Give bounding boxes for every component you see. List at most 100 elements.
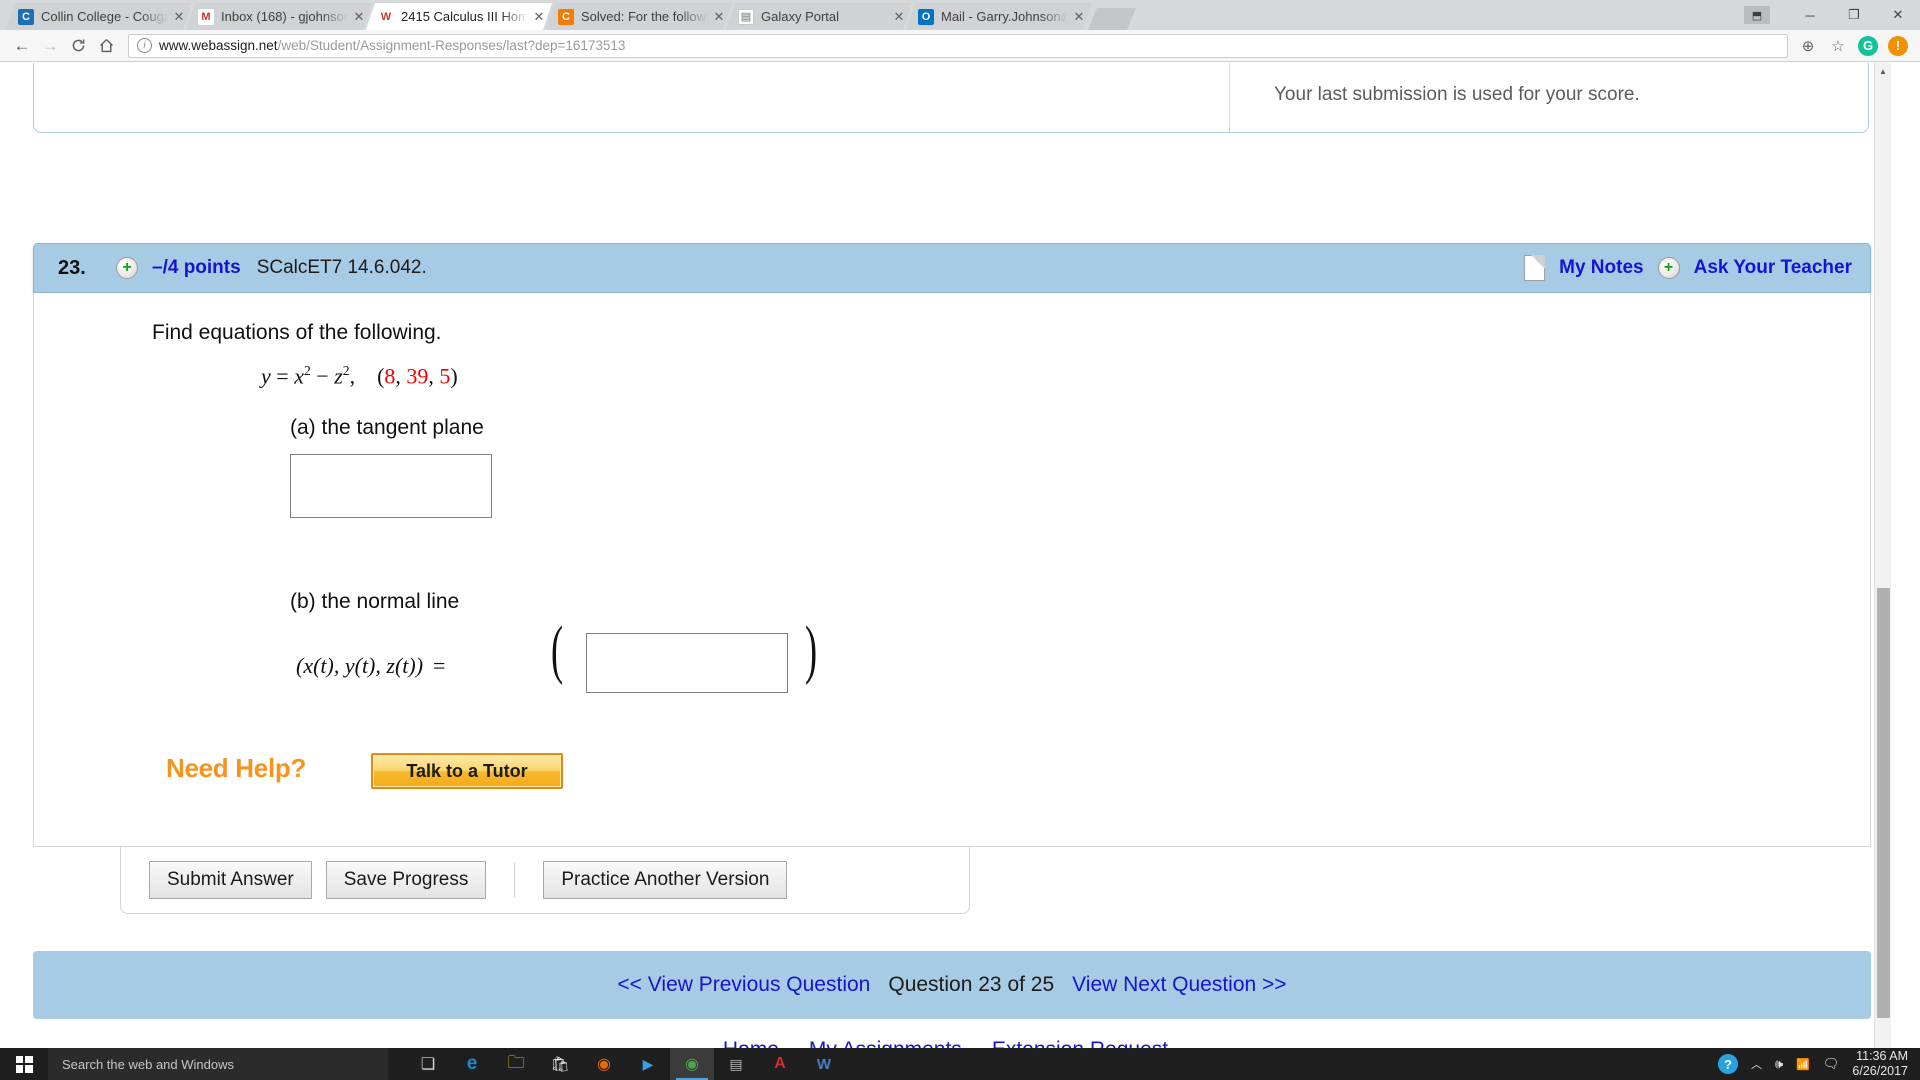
question-action-tray: Submit Answer Save Progress Practice Ano… — [120, 847, 970, 914]
talk-to-a-tutor-button[interactable]: Talk to a Tutor — [371, 753, 563, 789]
footer-link-home[interactable]: Home — [723, 1038, 779, 1048]
point-separator-2: , — [428, 363, 440, 389]
browser-tab-0[interactable]: C Collin College - CougarW ✕ — [6, 3, 192, 30]
footer-link-extension-request[interactable]: Extension Request — [992, 1038, 1168, 1048]
view-previous-question-link[interactable]: << View Previous Question — [617, 973, 870, 997]
back-icon[interactable]: ← — [8, 33, 36, 59]
reload-glyph — [72, 39, 84, 52]
browser-tab-5[interactable]: O Mail - Garry.Johnson@ut ✕ — [906, 3, 1092, 30]
chrome-icon[interactable]: ◉ — [670, 1048, 714, 1080]
point-separator-1: , — [395, 363, 407, 389]
clock-date: 6/26/2017 — [1852, 1064, 1908, 1078]
edge-icon[interactable]: e — [450, 1048, 494, 1080]
zoom-icon[interactable]: ⊕ — [1794, 33, 1822, 59]
part-a-answer-input[interactable] — [290, 454, 492, 518]
tab-favicon-galaxy-portal: ▤ — [738, 9, 754, 25]
point-y-value: 39 — [406, 363, 429, 389]
previous-question-panel-tail: Your last submission is used for your sc… — [33, 63, 1869, 133]
grammarly-extension-icon[interactable]: G — [1858, 35, 1878, 56]
adobe-reader-icon[interactable]: A — [758, 1048, 802, 1080]
taskbar-app-icons: ❏ e 🗀 🛍 ◉ ▶ ◉ ▤ A W — [406, 1048, 846, 1080]
file-explorer-icon[interactable]: 🗀 — [494, 1048, 538, 1080]
movies-tv-icon[interactable]: ▶ — [626, 1048, 670, 1080]
question-source-id: SCalcET7 14.6.042. — [256, 257, 427, 278]
equation-minus: − — [316, 363, 329, 389]
save-progress-button[interactable]: Save Progress — [325, 861, 487, 899]
site-info-icon[interactable]: i — [137, 38, 152, 53]
tab-title-2: 2415 Calculus III Homew — [401, 9, 528, 24]
toolbar-right-icons: ⊕ ☆ G ! — [1794, 33, 1912, 59]
page-scrollbar[interactable]: ▲ — [1874, 63, 1891, 1048]
ask-your-teacher-link[interactable]: Ask Your Teacher — [1694, 257, 1852, 279]
question-equation: y = x2 − z2, (8, 39, 5) — [261, 363, 458, 389]
panel-divider — [1229, 63, 1230, 132]
tab-title-3: Solved: For the following — [581, 9, 708, 24]
tab-favicon-collin-college: C — [18, 9, 34, 25]
forward-icon[interactable]: → — [36, 33, 64, 59]
tab-close-icon-1[interactable]: ✕ — [352, 9, 366, 25]
notes-page-icon[interactable] — [1524, 255, 1546, 281]
clock-time: 11:36 AM — [1856, 1049, 1908, 1064]
firefox-icon[interactable]: ◉ — [582, 1048, 626, 1080]
scroll-up-arrow-icon[interactable]: ▲ — [1875, 63, 1891, 80]
taskbar-search-input[interactable]: Search the web and Windows — [48, 1048, 388, 1080]
word-icon[interactable]: W — [802, 1048, 846, 1080]
question-counter: Question 23 of 25 — [888, 973, 1055, 996]
part-b-equals: = — [433, 653, 446, 678]
view-next-question-link[interactable]: View Next Question >> — [1072, 973, 1286, 997]
tab-close-icon-4[interactable]: ✕ — [892, 9, 906, 25]
tab-close-icon-0[interactable]: ✕ — [172, 9, 186, 25]
address-bar[interactable]: i www.webassign.net/web/Student/Assignme… — [128, 33, 1788, 58]
store-icon[interactable]: 🛍 — [538, 1048, 582, 1080]
tab-close-icon-2[interactable]: ✕ — [532, 9, 546, 25]
browser-toolbar: ← → i www.webassign.net/web/Student/Assi… — [0, 30, 1920, 62]
taskview-icon[interactable]: ❏ — [406, 1048, 450, 1080]
scrollbar-thumb[interactable] — [1877, 588, 1890, 1018]
expand-details-plus-icon[interactable]: + — [116, 257, 138, 279]
help-icon[interactable]: ? — [1717, 1054, 1738, 1074]
reload-icon[interactable] — [64, 33, 92, 59]
practice-another-version-button[interactable]: Practice Another Version — [543, 861, 788, 899]
my-notes-link[interactable]: My Notes — [1559, 257, 1643, 279]
part-b-label: (b) the normal line — [290, 590, 460, 613]
taskbar-clock[interactable]: 11:36 AM 6/26/2017 — [1852, 1049, 1908, 1079]
webassign-page: Your last submission is used for your sc… — [0, 63, 1891, 1048]
equation-term1-exponent: 2 — [303, 363, 311, 378]
tab-close-icon-3[interactable]: ✕ — [712, 9, 726, 25]
browser-tab-1[interactable]: M Inbox (168) - gjohnson27 ✕ — [186, 3, 372, 30]
submit-answer-button[interactable]: Submit Answer — [149, 861, 312, 899]
tab-favicon-gmail: M — [198, 9, 214, 25]
question-header-bar: 23. + –/4 points SCalcET7 14.6.042. My N… — [33, 243, 1871, 293]
close-window-button[interactable]: ✕ — [1876, 0, 1920, 30]
volume-icon[interactable]: 🕪 — [1775, 1056, 1783, 1072]
profile-alert-icon[interactable]: ! — [1888, 35, 1908, 56]
tab-title-5: Mail - Garry.Johnson@ut — [941, 9, 1061, 24]
ask-teacher-plus-icon[interactable]: + — [1657, 257, 1680, 279]
footer-link-my-assignments[interactable]: My Assignments — [809, 1038, 962, 1048]
question-navigation-bar: << View Previous Question Question 23 of… — [33, 951, 1871, 1019]
windows-logo-icon — [15, 1055, 33, 1073]
url-host: www.webassign.net — [159, 38, 278, 53]
question-body: Find equations of the following. y = x2 … — [33, 293, 1871, 847]
question-prompt: Find equations of the following. — [152, 321, 442, 344]
show-hidden-icons-chevron-icon[interactable]: ︿ — [1751, 1056, 1762, 1072]
browser-tab-4[interactable]: ▤ Galaxy Portal ✕ — [726, 3, 912, 30]
home-icon[interactable] — [92, 33, 120, 59]
maximize-button[interactable]: ❐ — [1832, 0, 1876, 30]
media-player-icon[interactable]: ▤ — [714, 1048, 758, 1080]
home-glyph — [99, 39, 113, 53]
part-b-answer-input[interactable] — [586, 633, 788, 693]
bookmark-star-icon[interactable]: ☆ — [1824, 33, 1852, 59]
new-tab-button[interactable] — [1088, 8, 1136, 30]
tab-close-icon-5[interactable]: ✕ — [1072, 9, 1086, 25]
equation-term2-exponent: 2 — [342, 363, 350, 378]
wifi-icon[interactable]: 📶 — [1796, 1058, 1810, 1071]
start-button[interactable] — [0, 1048, 48, 1080]
browser-tab-2[interactable]: W 2415 Calculus III Homew ✕ — [366, 3, 552, 30]
minimize-button[interactable]: ─ — [1788, 0, 1832, 30]
browser-tab-3[interactable]: C Solved: For the following ✕ — [546, 3, 732, 30]
window-controls: ⬒ ─ ❐ ✕ — [1744, 0, 1920, 30]
point-x-value: 8 — [384, 363, 396, 389]
page-viewport: Your last submission is used for your sc… — [0, 63, 1920, 1048]
action-center-icon[interactable]: 🗨 — [1823, 1056, 1840, 1072]
